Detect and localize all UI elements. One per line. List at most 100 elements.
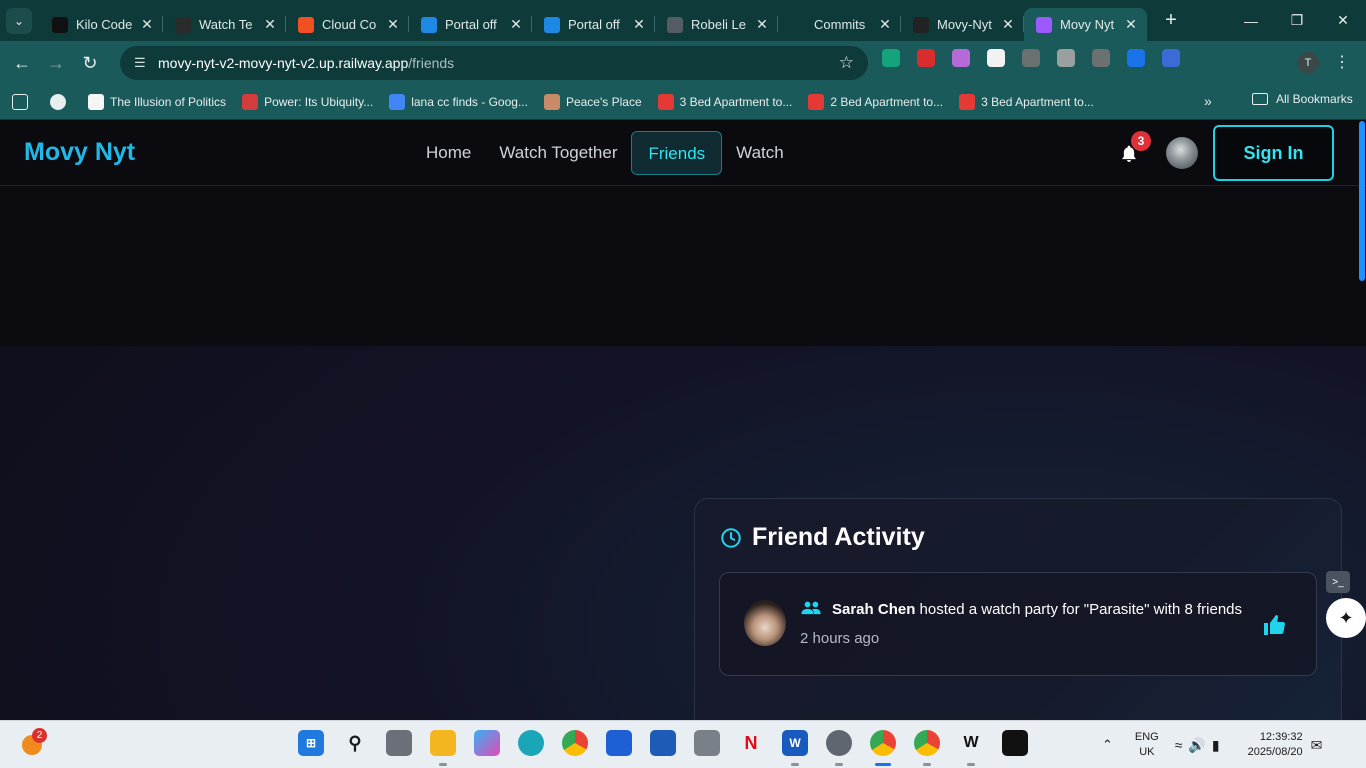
chrome-profile-icon[interactable] [870, 730, 896, 766]
bookmark-item[interactable]: 3 Bed Apartment to... [657, 94, 792, 110]
grammarly-icon[interactable] [882, 49, 900, 67]
store-icon[interactable] [650, 730, 676, 756]
c-icon[interactable] [1127, 49, 1145, 67]
calculator-icon[interactable] [694, 730, 720, 756]
tab-search-chevron-icon[interactable]: ⌄ [6, 7, 32, 34]
clock-date[interactable]: 12:39:32 2025/08/20 [1248, 730, 1303, 760]
bookmark-item[interactable]: 3 Bed Apartment to... [959, 94, 1094, 110]
close-tab-icon[interactable]: ✕ [631, 16, 647, 33]
input-language[interactable]: ENG UK [1135, 730, 1159, 760]
scrollbar-thumb[interactable] [1359, 121, 1365, 281]
hidden-icons-chevron-icon[interactable]: ⌃ [1102, 737, 1113, 753]
more-bookmarks-icon[interactable]: » [1204, 93, 1212, 109]
profile-avatar[interactable]: T [1297, 52, 1319, 74]
folder-icon [1252, 93, 1268, 105]
copilot-icon[interactable] [474, 730, 500, 756]
url-text[interactable]: movy-nyt-v2-movy-nyt-v2.up.railway.app/f… [158, 55, 454, 71]
chrome-second-profile-icon[interactable] [914, 730, 940, 766]
forward-arrow-icon[interactable]: → [39, 46, 73, 80]
user-avatar[interactable] [1166, 137, 1198, 169]
friend-avatar[interactable] [744, 600, 786, 646]
word-icon[interactable]: W [782, 730, 808, 766]
main-nav: Home Watch Together Friends Watch [412, 131, 798, 175]
app-w-icon[interactable]: W [958, 730, 984, 766]
netflix-icon[interactable]: N [738, 730, 764, 756]
browser-menu-icon[interactable]: ⋮ [1334, 52, 1350, 72]
tab-title: Commits [814, 17, 866, 32]
task-view-icon[interactable] [386, 730, 412, 756]
friend-name[interactable]: Sarah Chen [832, 601, 915, 618]
maximize-icon[interactable]: ❐ [1274, 0, 1320, 41]
puzzle-game-icon[interactable] [987, 49, 1005, 67]
tab-list: Kilo Code ✕ Watch Te ✕ Cloud Co ✕ Portal off ✕ P… [40, 0, 1147, 41]
minimize-icon[interactable]: — [1228, 0, 1274, 41]
back-arrow-icon[interactable]: ← [5, 46, 39, 80]
apps-grid-icon[interactable] [12, 94, 34, 110]
close-tab-icon[interactable]: ✕ [754, 16, 770, 33]
globe-bookmark-icon[interactable] [50, 94, 72, 110]
file-explorer-icon[interactable] [430, 730, 456, 766]
bookmark-item[interactable]: The Illusion of Politics [88, 94, 226, 110]
extensions-icon[interactable] [1197, 49, 1215, 67]
clock-icon [721, 527, 741, 548]
browser-tab[interactable]: Portal off ✕ [409, 8, 532, 41]
settings-gear-icon[interactable] [826, 730, 852, 766]
azure-data-studio-icon[interactable] [606, 730, 632, 756]
activity-time: 2 hours ago [800, 630, 880, 647]
close-tab-icon[interactable]: ✕ [1000, 16, 1016, 33]
rocket-icon[interactable] [1162, 49, 1180, 67]
close-tab-icon[interactable]: ✕ [139, 16, 155, 33]
mail-icon[interactable] [952, 49, 970, 67]
cube-app-icon[interactable] [1002, 730, 1028, 756]
close-tab-icon[interactable]: ✕ [1123, 16, 1139, 33]
start-icon[interactable]: ⊞ [298, 730, 324, 756]
browser-tab[interactable]: Cloud Co ✕ [286, 8, 409, 41]
browser-tab[interactable]: Kilo Code ✕ [40, 8, 163, 41]
bookmark-favicon-icon [657, 94, 674, 110]
reload-icon[interactable]: ↻ [73, 46, 107, 80]
bookmark-item[interactable]: 2 Bed Apartment to... [808, 94, 943, 110]
browser-tab[interactable]: Robeli Le ✕ [655, 8, 778, 41]
edge-icon[interactable] [518, 730, 544, 756]
dev-tools-icon[interactable]: >_ [1326, 571, 1350, 593]
paint-icon[interactable] [1022, 49, 1040, 67]
nav-home[interactable]: Home [412, 131, 485, 175]
close-tab-icon[interactable]: ✕ [385, 16, 401, 33]
close-tab-icon[interactable]: ✕ [877, 16, 893, 33]
site-logo[interactable]: Movy Nyt [24, 138, 135, 167]
nav-friends[interactable]: Friends [631, 131, 723, 175]
close-tab-icon[interactable]: ✕ [262, 16, 278, 33]
site-header: Movy Nyt Home Watch Together Friends Watch … [0, 121, 1366, 186]
ext-r-icon[interactable] [1057, 49, 1075, 67]
scales-icon[interactable] [1092, 49, 1110, 67]
browser-tab[interactable]: Commits ✕ [778, 8, 901, 41]
bookmark-item[interactable]: lana cc finds - Goog... [389, 94, 528, 110]
activity-item: Sarah Chen hosted a watch party for "Par… [719, 572, 1317, 676]
browser-tab[interactable]: Portal off ✕ [532, 8, 655, 41]
browser-tab[interactable]: Watch Te ✕ [163, 8, 286, 41]
page-scrollbar[interactable] [1358, 121, 1366, 720]
bookmark-item[interactable]: Peace's Place [543, 94, 642, 110]
close-tab-icon[interactable]: ✕ [508, 16, 524, 33]
notification-center-icon[interactable]: ✉ [1311, 737, 1323, 754]
friend-activity-title: Friend Activity [752, 523, 925, 551]
thumbs-up-icon[interactable] [1262, 613, 1286, 637]
bookmark-star-icon[interactable]: ☆ [839, 53, 854, 73]
search-icon[interactable]: ⚲ [342, 730, 368, 756]
close-window-icon[interactable]: ✕ [1320, 0, 1366, 41]
nav-watch-together[interactable]: Watch Together [485, 131, 631, 175]
new-tab-button[interactable]: + [1157, 7, 1185, 35]
nav-watch[interactable]: Watch [722, 131, 798, 175]
system-tray: ⌃ ENG UK ≈🔊▮ 12:39:32 2025/08/20 ✉ [1102, 721, 1322, 768]
sign-in-button[interactable]: Sign In [1213, 125, 1334, 181]
site-settings-icon[interactable]: ☰ [134, 55, 156, 71]
browser-tab[interactable]: Movy Nyt ✕ [1024, 8, 1147, 41]
bookmark-item[interactable]: Power: Its Ubiquity... [242, 94, 373, 110]
all-bookmarks-button[interactable]: All Bookmarks [1252, 92, 1353, 106]
network-volume-battery-icon[interactable]: ≈🔊▮ [1175, 737, 1226, 754]
browser-tab[interactable]: Movy-Nyt ✕ [901, 8, 1024, 41]
adblock-icon[interactable] [917, 49, 935, 67]
media-icon[interactable] [1232, 49, 1250, 67]
address-bar[interactable]: ☰ movy-nyt-v2-movy-nyt-v2.up.railway.app… [120, 46, 868, 80]
chrome-icon[interactable] [562, 730, 588, 756]
